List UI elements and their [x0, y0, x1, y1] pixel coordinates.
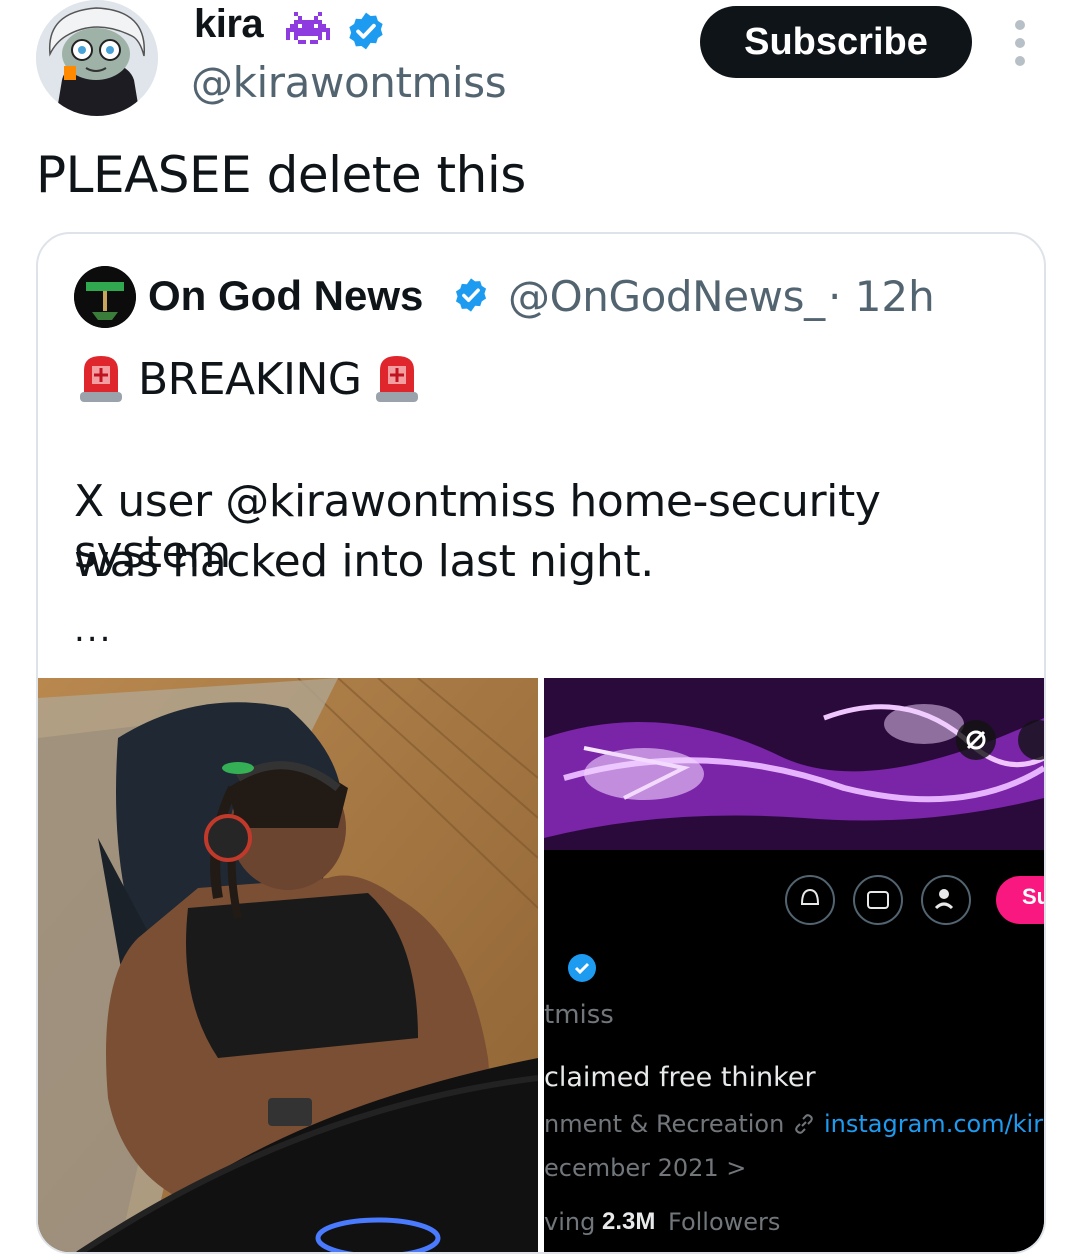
- security-camera-photo[interactable]: [38, 678, 538, 1252]
- followers-label[interactable]: Followers: [668, 1208, 780, 1236]
- quote-body-line: was hacked into last night.: [74, 536, 654, 587]
- profile-following-fragment[interactable]: ving: [544, 1208, 595, 1236]
- more-options-icon[interactable]: [1006, 20, 1034, 66]
- breaking-label: BREAKING: [138, 354, 362, 405]
- space-invader-icon: [286, 12, 330, 48]
- quote-author-name[interactable]: On God News: [148, 272, 423, 320]
- profile-joined[interactable]: ecember 2021 >: [544, 1154, 746, 1182]
- photo-image: [38, 678, 538, 1252]
- profile-handle-fragment: tmiss: [544, 1000, 614, 1030]
- verified-badge-icon: [345, 10, 387, 52]
- verified-badge-icon: [452, 276, 490, 314]
- avatar-image: [36, 0, 158, 116]
- profile-bio: claimed free thinker: [544, 1062, 816, 1093]
- profile-link[interactable]: instagram.com/kira: [824, 1110, 1044, 1138]
- quote-author-handle[interactable]: @OnGodNews_: [508, 272, 825, 321]
- display-name[interactable]: kira: [194, 2, 264, 47]
- profile-subscribe-fragment[interactable]: Su: [1022, 884, 1044, 910]
- subscribe-button[interactable]: Subscribe: [700, 6, 972, 78]
- followers-count[interactable]: 2.3M: [602, 1208, 655, 1236]
- profile-screenshot[interactable]: tmiss claimed free thinker nment & Recre…: [544, 678, 1044, 1252]
- siren-icon: [372, 352, 422, 404]
- avatar[interactable]: [36, 0, 158, 116]
- profile-category: nment & Recreation: [544, 1110, 785, 1138]
- tweet-text: PLEASEE delete this: [36, 146, 526, 204]
- user-handle[interactable]: @kirawontmiss: [191, 58, 507, 107]
- show-more-ellipsis[interactable]: ...: [74, 610, 112, 650]
- siren-icon: [76, 352, 126, 404]
- news-logo-icon: [74, 266, 136, 328]
- link-icon: [792, 1112, 816, 1136]
- quote-avatar[interactable]: [74, 266, 136, 328]
- quote-timestamp[interactable]: · 12h: [828, 272, 935, 321]
- quoted-tweet-card[interactable]: On God News @OnGodNews_ · 12h BREAKING X…: [36, 232, 1046, 1254]
